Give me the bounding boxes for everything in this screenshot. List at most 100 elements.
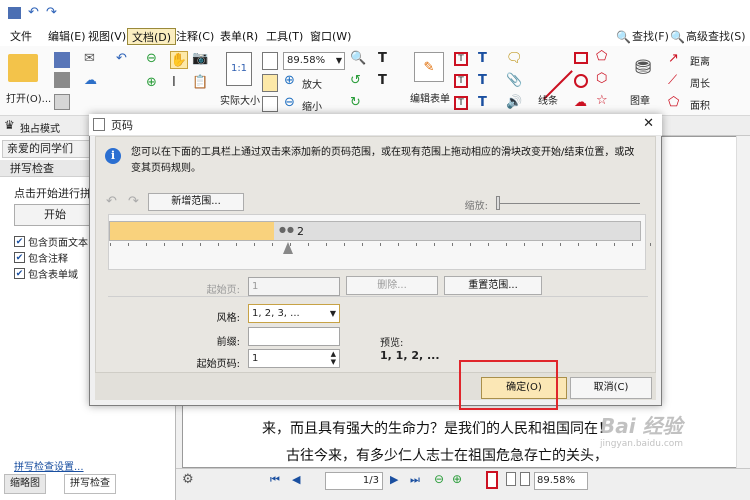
pentagon-icon[interactable]: ⬠	[596, 50, 607, 63]
checkbox[interactable]: ✔	[14, 252, 25, 263]
cancel-button[interactable]: 取消(C)	[570, 377, 652, 399]
statusbar-zoom-combo[interactable]: 89.58%	[534, 472, 588, 490]
rotate-right-icon[interactable]: ↻	[350, 96, 361, 109]
circle-icon[interactable]	[574, 74, 588, 88]
close-icon[interactable]: ✕	[643, 116, 654, 131]
spell-check-settings-link[interactable]: 拼写检查设置...	[14, 458, 84, 473]
cloud-icon[interactable]: ☁	[84, 74, 97, 87]
save-icon[interactable]	[54, 52, 70, 68]
open-label[interactable]: 打开(O)...	[6, 90, 51, 105]
range-segment[interactable]	[110, 222, 274, 240]
menu-edit[interactable]: 编辑(E)	[44, 28, 90, 45]
menu-form[interactable]: 表单(R)	[216, 28, 262, 45]
prev-page-icon[interactable]: ◀	[292, 473, 300, 486]
highlight-text-icon[interactable]: T	[478, 74, 487, 87]
checkbox[interactable]: ✔	[14, 268, 25, 279]
zoom-combo[interactable]: 89.58% ▼	[283, 52, 345, 70]
email-icon[interactable]: ✉	[84, 52, 95, 65]
tab-spell-check[interactable]: 拼写检查	[64, 474, 116, 494]
continuous-page-icon[interactable]	[506, 472, 516, 486]
reset-range-button[interactable]: 重置范围...	[444, 276, 542, 295]
single-page-icon[interactable]	[486, 471, 498, 489]
area-label[interactable]: 面积	[690, 97, 710, 112]
check-form-fields[interactable]: ✔ 包含表单域	[14, 266, 78, 281]
zoom-slider-track[interactable]	[498, 203, 640, 204]
perimeter-label[interactable]: 周长	[690, 75, 710, 90]
advanced-find-icon[interactable]: 🔍	[670, 30, 685, 44]
new-range-button[interactable]: 新增范围...	[148, 193, 244, 211]
menu-view[interactable]: 视图(V)	[84, 28, 130, 45]
actual-size-icon[interactable]: 1:1	[226, 52, 252, 86]
text-tool-icon[interactable]: T	[378, 52, 387, 65]
page-number-input[interactable]: 1/3	[325, 472, 383, 490]
forward-view-icon[interactable]: ⊕	[452, 472, 462, 486]
find-icon[interactable]: 🔍	[616, 30, 631, 44]
forward-icon[interactable]: ⊕	[146, 76, 157, 89]
fit-width-icon[interactable]	[262, 74, 278, 92]
perimeter-icon[interactable]: ⟋	[668, 74, 677, 87]
attach-icon[interactable]: 📎	[506, 74, 522, 87]
menu-window[interactable]: 窗口(W)	[306, 28, 355, 45]
stepper-arrows-icon[interactable]: ▲ ▼	[331, 350, 336, 366]
distance-label[interactable]: 距离	[690, 53, 710, 68]
snapshot-icon[interactable]: 📷	[192, 52, 208, 65]
find-button[interactable]: 查找(F)	[632, 30, 669, 44]
next-page-icon[interactable]: ▶	[390, 473, 398, 486]
rotate-left-icon[interactable]: ↺	[350, 74, 361, 87]
insert-text-icon[interactable]: T	[378, 74, 387, 87]
dialog-title-bar[interactable]: 页码 ✕	[89, 114, 662, 136]
delete-button[interactable]: 删除...	[346, 276, 438, 295]
menu-file[interactable]: 文件	[6, 28, 36, 45]
fit-page-icon[interactable]	[262, 52, 278, 70]
export-icon[interactable]	[54, 94, 70, 110]
range-dot-icon[interactable]: ●	[279, 225, 286, 234]
area-icon[interactable]: ⬠	[668, 96, 679, 109]
zoom-out-icon[interactable]: ⊖	[284, 96, 295, 109]
sticky-note-icon[interactable]: 🗨	[506, 52, 523, 65]
actual-size-label[interactable]: 实际大小	[220, 92, 260, 107]
exclusive-mode-label[interactable]: 独占模式	[20, 120, 60, 135]
clipboard-icon[interactable]: 📋	[192, 76, 208, 89]
back-icon[interactable]: ⊖	[146, 52, 157, 65]
zoom-in-label[interactable]: 放大	[302, 76, 322, 91]
style-select[interactable]: 1, 2, 3, ... ▼	[248, 304, 340, 323]
stamp-icon[interactable]: ⛃	[630, 52, 656, 82]
tab-thumbnails[interactable]: 缩略图	[4, 474, 46, 494]
start-page-input[interactable]: 1	[248, 277, 340, 296]
last-page-icon[interactable]: ⏭	[410, 473, 420, 487]
gear-icon[interactable]: ⚙	[182, 472, 194, 487]
back-view-icon[interactable]: ⊖	[434, 472, 444, 486]
range-dot-icon[interactable]: ●	[287, 225, 294, 234]
open-folder-icon[interactable]	[8, 54, 38, 82]
textbox-icon[interactable]: T	[454, 52, 468, 66]
check-annotations[interactable]: ✔ 包含注释	[14, 250, 68, 265]
menu-tools[interactable]: 工具(T)	[262, 28, 307, 45]
start-number-stepper[interactable]: 1 ▲ ▼	[248, 349, 340, 368]
polygon-icon[interactable]: ⬡	[596, 72, 607, 85]
facing-page-icon[interactable]	[520, 472, 530, 486]
zoom-out-label[interactable]: 缩小	[302, 98, 322, 113]
check-page-text[interactable]: ✔ 包含页面文本	[14, 234, 88, 249]
undo-icon[interactable]: ↶	[28, 5, 39, 20]
cloud-shape-icon[interactable]: ☁	[574, 96, 587, 109]
distance-icon[interactable]: ↗	[668, 52, 679, 65]
start-button[interactable]: 开始	[14, 204, 96, 226]
save-icon[interactable]	[8, 7, 21, 19]
lines-label[interactable]: 线条	[538, 92, 558, 107]
note-icon[interactable]: T	[454, 96, 468, 110]
first-page-icon[interactable]: ⏮	[270, 473, 280, 487]
callout-icon[interactable]: T	[454, 74, 468, 88]
select-text-icon[interactable]: I	[172, 76, 176, 89]
typewriter-icon[interactable]: T	[478, 52, 487, 65]
range-slider-handle[interactable]	[283, 242, 293, 254]
document-tab[interactable]: 亲爱的同学们	[2, 140, 90, 158]
zoom-in-icon[interactable]: ⊕	[284, 74, 295, 87]
edit-form-label[interactable]: 编辑表单	[410, 90, 450, 105]
rectangle-icon[interactable]	[574, 52, 588, 64]
checkbox[interactable]: ✔	[14, 236, 25, 247]
magnifier-icon[interactable]: 🔍	[350, 52, 366, 65]
underline-text-icon[interactable]: T	[478, 96, 487, 109]
menu-document[interactable]: 文档(D)	[127, 28, 177, 45]
stamp-label[interactable]: 图章	[630, 92, 650, 107]
fit-visible-icon[interactable]	[262, 96, 278, 112]
